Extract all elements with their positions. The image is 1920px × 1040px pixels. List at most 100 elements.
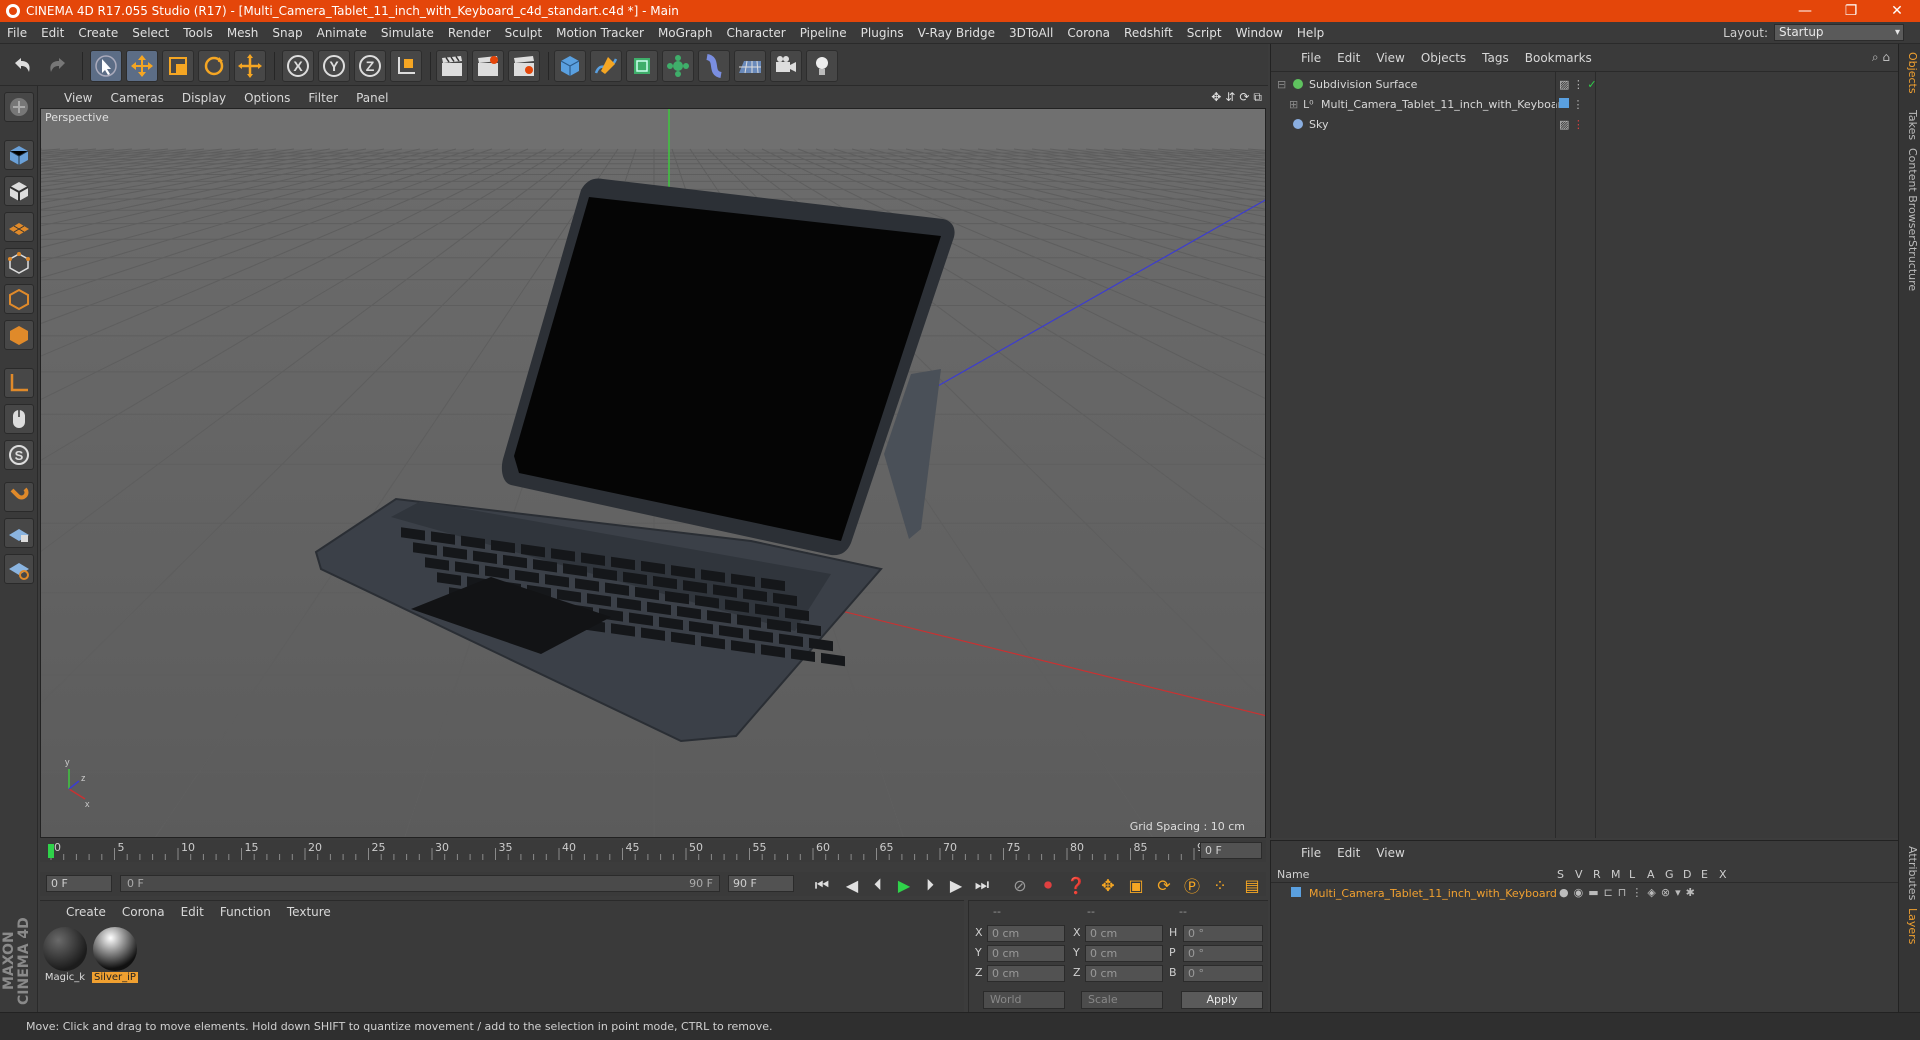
timeline-window-icon[interactable]: ▤ bbox=[1240, 874, 1264, 896]
rotate-view-icon[interactable]: ⟳ bbox=[1239, 90, 1249, 105]
coordinate-mode-dropdown[interactable]: Scale bbox=[1081, 991, 1163, 1009]
layer-color-swatch[interactable] bbox=[1291, 887, 1301, 897]
add-light-button[interactable] bbox=[806, 50, 838, 82]
tweak-mode-button[interactable] bbox=[4, 404, 34, 434]
viewport-menu-view[interactable]: View bbox=[40, 91, 101, 105]
menu-redshift[interactable]: Redshift bbox=[1117, 26, 1180, 40]
viewport-menu-options[interactable]: Options bbox=[235, 91, 299, 105]
render-view-button[interactable] bbox=[436, 50, 468, 82]
go-to-end-button[interactable]: ⏭ bbox=[970, 874, 994, 896]
layer-menu-file[interactable]: File bbox=[1293, 846, 1329, 860]
render-to-picture-viewer-button[interactable] bbox=[472, 50, 504, 82]
tab-content-browser[interactable]: Content Browser bbox=[1901, 148, 1919, 240]
go-to-start-button[interactable]: ⏮ bbox=[810, 874, 834, 896]
menu-select[interactable]: Select bbox=[125, 26, 176, 40]
transform-tool-button[interactable] bbox=[234, 50, 266, 82]
add-camera-button[interactable] bbox=[770, 50, 802, 82]
tab-objects[interactable]: Objects bbox=[1901, 52, 1919, 94]
perspective-viewport[interactable]: y z x Perspective Grid Spacing : 10 cm bbox=[40, 108, 1266, 838]
menu-3dtoall[interactable]: 3DToAll bbox=[1002, 26, 1060, 40]
layout-dropdown[interactable]: Startup bbox=[1774, 24, 1904, 41]
pos-y-field[interactable]: 0 cm bbox=[987, 945, 1065, 962]
record-rotation-icon[interactable]: ⟳ bbox=[1152, 874, 1176, 896]
viewport-menu-display[interactable]: Display bbox=[173, 91, 235, 105]
viewport-menu-filter[interactable]: Filter bbox=[299, 91, 347, 105]
snapping-button[interactable]: S bbox=[4, 440, 34, 470]
points-mode-button[interactable] bbox=[4, 248, 34, 278]
object-row[interactable]: ⊞ L⁰ Multi_Camera_Tablet_11_inch_with_Ke… bbox=[1271, 94, 1899, 114]
tab-attributes[interactable]: Attributes bbox=[1901, 846, 1919, 900]
make-editable-button[interactable] bbox=[4, 92, 34, 122]
apply-button[interactable]: Apply bbox=[1181, 991, 1263, 1009]
menu-corona[interactable]: Corona bbox=[1060, 26, 1117, 40]
menu-snap[interactable]: Snap bbox=[265, 26, 309, 40]
material-swatch[interactable]: Magic_k bbox=[42, 927, 88, 983]
size-y-field[interactable]: 0 cm bbox=[1085, 945, 1163, 962]
menu-pipeline[interactable]: Pipeline bbox=[793, 26, 854, 40]
planar-workplane-button[interactable] bbox=[4, 554, 34, 584]
tab-takes[interactable]: Takes bbox=[1901, 110, 1919, 140]
add-array-button[interactable] bbox=[662, 50, 694, 82]
expand-icon[interactable]: ⊞ bbox=[1289, 98, 1299, 111]
rotate-tool-button[interactable] bbox=[198, 50, 230, 82]
viewport-menu-panel[interactable]: Panel bbox=[347, 91, 397, 105]
next-frame-button[interactable]: ⏵ bbox=[918, 874, 942, 896]
record-scale-icon[interactable]: ▣ bbox=[1124, 874, 1148, 896]
record-parameter-icon[interactable]: Ⓟ bbox=[1180, 874, 1204, 896]
record-button[interactable]: ⏺ bbox=[1036, 874, 1060, 896]
layer-menu-view[interactable]: View bbox=[1368, 846, 1412, 860]
menu-animate[interactable]: Animate bbox=[310, 26, 374, 40]
minimize-button[interactable]: — bbox=[1782, 0, 1828, 22]
size-x-field[interactable]: 0 cm bbox=[1085, 925, 1163, 942]
material-menu-create[interactable]: Create bbox=[58, 905, 114, 919]
visibility-dots[interactable]: ▨ ⋮ bbox=[1559, 118, 1584, 131]
object-row[interactable]: ⊟ Subdivision Surface ▨ ⋮ ✓ bbox=[1271, 74, 1899, 94]
object-menu-view[interactable]: View bbox=[1368, 51, 1412, 65]
pos-x-field[interactable]: 0 cm bbox=[987, 925, 1065, 942]
object-menu-bookmarks[interactable]: Bookmarks bbox=[1517, 51, 1600, 65]
tab-structure[interactable]: Structure bbox=[1901, 240, 1919, 291]
layer-row[interactable]: Multi_Camera_Tablet_11_inch_with_Keyboar… bbox=[1271, 885, 1899, 903]
coordinate-space-dropdown[interactable]: World bbox=[983, 991, 1065, 1009]
maximize-icon[interactable]: ⧉ bbox=[1253, 90, 1262, 105]
menu-render[interactable]: Render bbox=[441, 26, 498, 40]
collapse-icon[interactable]: ⊟ bbox=[1277, 78, 1287, 91]
object-menu-tags[interactable]: Tags bbox=[1474, 51, 1517, 65]
size-z-field[interactable]: 0 cm bbox=[1085, 965, 1163, 982]
polygons-mode-button[interactable] bbox=[4, 320, 34, 350]
texture-mode-button[interactable] bbox=[4, 176, 34, 206]
add-cube-button[interactable] bbox=[554, 50, 586, 82]
close-button[interactable]: ✕ bbox=[1874, 0, 1920, 22]
autokey-button[interactable]: ❓ bbox=[1064, 874, 1088, 896]
add-floor-button[interactable] bbox=[734, 50, 766, 82]
menu-file[interactable]: File bbox=[0, 26, 34, 40]
render-settings-button[interactable] bbox=[508, 50, 540, 82]
dolly-icon[interactable]: ⇵ bbox=[1225, 90, 1235, 105]
menu-plugins[interactable]: Plugins bbox=[854, 26, 911, 40]
rot-p-field[interactable]: 0 ° bbox=[1183, 945, 1263, 962]
add-subdivision-button[interactable] bbox=[626, 50, 658, 82]
y-axis-lock-button[interactable]: Y bbox=[318, 50, 350, 82]
undo-button[interactable] bbox=[6, 50, 38, 82]
restore-button[interactable]: ❐ bbox=[1828, 0, 1874, 22]
menu-edit[interactable]: Edit bbox=[34, 26, 71, 40]
end-frame-field[interactable]: 90 F bbox=[728, 875, 794, 892]
camera-label[interactable]: Perspective bbox=[45, 111, 109, 124]
material-menu-function[interactable]: Function bbox=[212, 905, 279, 919]
add-spline-button[interactable] bbox=[590, 50, 622, 82]
coordinate-system-button[interactable] bbox=[390, 50, 422, 82]
layer-toggles[interactable]: ●◉▬⊏⊓⋮◈⊗▾✱ bbox=[1559, 886, 1700, 899]
object-menu-objects[interactable]: Objects bbox=[1413, 51, 1474, 65]
menu-sculpt[interactable]: Sculpt bbox=[498, 26, 549, 40]
material-swatch-selected[interactable]: Silver_iP bbox=[92, 927, 138, 983]
add-deformer-button[interactable] bbox=[698, 50, 730, 82]
record-pla-icon[interactable]: ⁘ bbox=[1208, 874, 1232, 896]
search-icon[interactable]: ⌕ ⌂ bbox=[1872, 50, 1890, 65]
viewport-menu-cameras[interactable]: Cameras bbox=[101, 91, 172, 105]
menu-window[interactable]: Window bbox=[1229, 26, 1290, 40]
move-tool-button[interactable] bbox=[126, 50, 158, 82]
tab-layers[interactable]: Layers bbox=[1901, 908, 1919, 944]
layer-menu-edit[interactable]: Edit bbox=[1329, 846, 1368, 860]
scale-tool-button[interactable] bbox=[162, 50, 194, 82]
workplane-mode-button[interactable] bbox=[4, 212, 34, 242]
